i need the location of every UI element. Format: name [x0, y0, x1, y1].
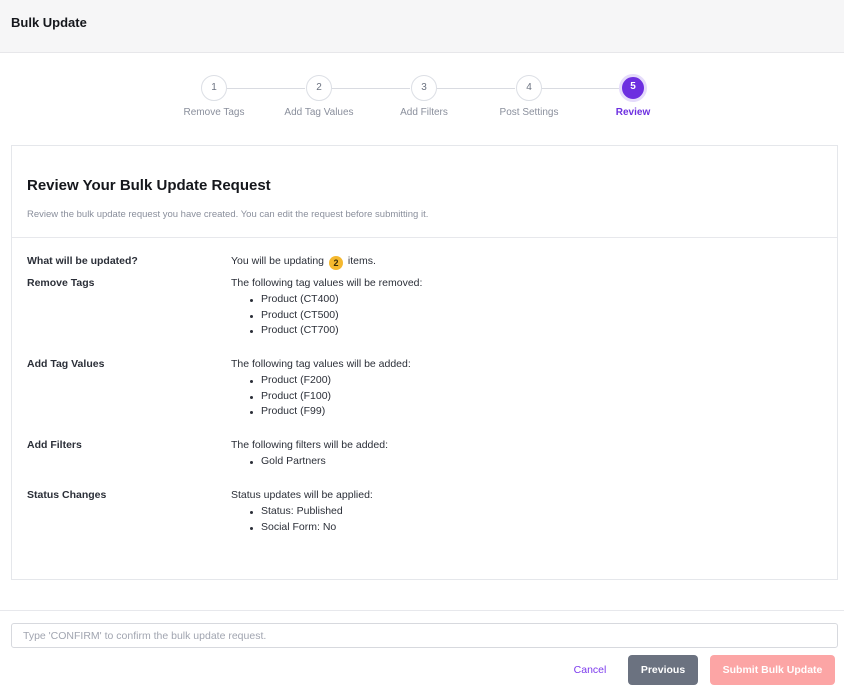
submit-bulk-update-button[interactable]: Submit Bulk Update	[710, 655, 835, 685]
previous-button[interactable]: Previous	[628, 655, 698, 685]
list-item: Product (F100)	[231, 389, 411, 405]
step-label: Post Settings	[499, 107, 559, 118]
step-number: 2	[306, 75, 332, 101]
page-header: Bulk Update	[0, 0, 844, 53]
summary-suffix: items.	[347, 255, 376, 267]
add-tag-values-list: Product (F200) Product (F100) Product (F…	[231, 373, 411, 420]
cancel-button[interactable]: Cancel	[560, 655, 620, 685]
add-filters-value: The following filters will be added: Gol…	[231, 439, 388, 470]
page-title: Bulk Update	[11, 15, 87, 30]
status-changes-label: Status Changes	[27, 489, 107, 501]
add-tag-values-intro: The following tag values will be added:	[231, 358, 411, 370]
step-label: Add Tag Values	[284, 107, 354, 118]
remove-tags-value: The following tag values will be removed…	[231, 277, 422, 339]
status-changes-intro: Status updates will be applied:	[231, 489, 373, 501]
add-filters-list: Gold Partners	[231, 454, 388, 470]
add-tag-values-value: The following tag values will be added: …	[231, 358, 411, 420]
step-number: 1	[201, 75, 227, 101]
add-tag-values-label: Add Tag Values	[27, 358, 105, 370]
review-title: Review Your Bulk Update Request	[27, 177, 271, 194]
step-label: Add Filters	[400, 107, 448, 118]
list-item: Product (CT400)	[231, 292, 422, 308]
divider	[12, 237, 837, 238]
list-item: Product (CT700)	[231, 323, 422, 339]
step-label: Remove Tags	[183, 107, 245, 118]
step-add-filters[interactable]: 3 Add Filters	[369, 75, 479, 118]
step-number: 3	[411, 75, 437, 101]
step-review[interactable]: 5 Review	[578, 74, 688, 118]
step-remove-tags[interactable]: 1 Remove Tags	[159, 75, 269, 118]
summary-value: You will be updating 2 items.	[231, 255, 376, 270]
list-item: Status: Published	[231, 504, 373, 520]
summary-prefix: You will be updating	[231, 255, 325, 267]
remove-tags-intro: The following tag values will be removed…	[231, 277, 423, 289]
stepper: 1 Remove Tags 2 Add Tag Values 3 Add Fil…	[0, 74, 844, 125]
review-card: Review Your Bulk Update Request Review t…	[11, 145, 838, 580]
review-subtitle: Review the bulk update request you have …	[27, 209, 429, 220]
item-count-badge: 2	[328, 256, 343, 270]
status-changes-value: Status updates will be applied: Status: …	[231, 489, 373, 535]
footer-divider	[0, 610, 844, 611]
remove-tags-label: Remove Tags	[27, 277, 95, 289]
list-item: Gold Partners	[231, 454, 388, 470]
list-item: Product (F200)	[231, 373, 411, 389]
step-label: Review	[615, 107, 651, 118]
list-item: Social Form: No	[231, 520, 373, 536]
list-item: Product (CT500)	[231, 308, 422, 324]
list-item: Product (F99)	[231, 404, 411, 420]
step-add-tag-values[interactable]: 2 Add Tag Values	[264, 75, 374, 118]
add-filters-intro: The following filters will be added:	[231, 439, 388, 451]
remove-tags-list: Product (CT400) Product (CT500) Product …	[231, 292, 422, 339]
step-post-settings[interactable]: 4 Post Settings	[474, 75, 584, 118]
summary-label: What will be updated?	[27, 255, 138, 267]
step-number: 5	[619, 74, 647, 102]
confirm-input[interactable]	[11, 623, 838, 648]
status-changes-list: Status: Published Social Form: No	[231, 504, 373, 535]
add-filters-label: Add Filters	[27, 439, 82, 451]
step-number: 4	[516, 75, 542, 101]
